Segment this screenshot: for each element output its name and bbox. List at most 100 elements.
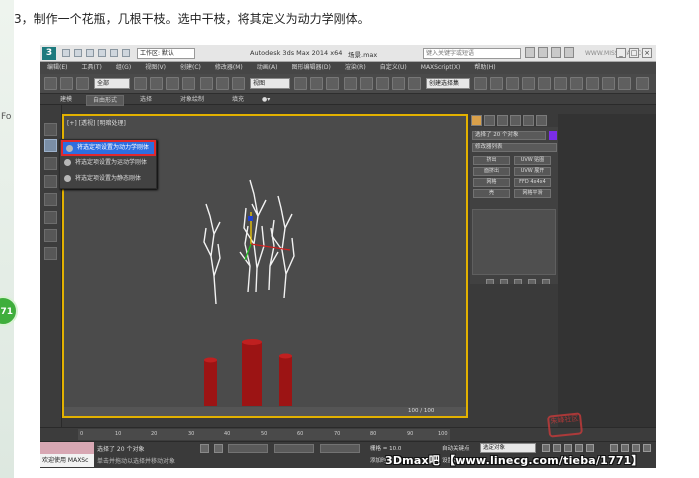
unlink-icon[interactable] — [60, 77, 73, 90]
menu-views[interactable]: 视图(V) — [138, 62, 173, 74]
utilities-tab-icon[interactable] — [536, 115, 547, 126]
maximize-button[interactable]: □ — [629, 48, 639, 58]
community-icon[interactable] — [551, 47, 561, 58]
workspace-select[interactable]: 工作区: 默认 — [137, 48, 195, 59]
display-tab-icon[interactable] — [523, 115, 534, 126]
render-frame-icon[interactable] — [602, 77, 615, 90]
menu-graph-editors[interactable]: 图形编辑器(D) — [285, 62, 338, 74]
modifier-stack[interactable] — [472, 209, 556, 275]
rotate-icon[interactable] — [216, 77, 229, 90]
tab-populate[interactable]: 填充 — [232, 95, 244, 104]
subscription-icon[interactable] — [538, 47, 548, 58]
percent-snap-icon[interactable] — [376, 77, 389, 90]
modify-tab-icon[interactable] — [484, 115, 495, 126]
render-setup-icon[interactable] — [586, 77, 599, 90]
zoom-icon[interactable] — [610, 444, 618, 452]
favorites-icon[interactable] — [564, 47, 574, 58]
tab-object-paint[interactable]: 对象绘制 — [180, 95, 204, 104]
menu-animation[interactable]: 动画(A) — [250, 62, 285, 74]
reference-coord-select[interactable]: 视图 — [250, 78, 290, 89]
maxscript-welcome[interactable]: 欢迎使用 MAXSc — [40, 454, 94, 467]
massfx-explorer-icon[interactable] — [44, 123, 57, 136]
unwrap-uvw-button[interactable]: UVW 展开 — [514, 167, 551, 176]
keyboard-shortcut-icon[interactable] — [326, 77, 339, 90]
menu-create[interactable]: 创建(C) — [173, 62, 208, 74]
app-logo-icon[interactable]: 3 — [42, 47, 56, 60]
rigid-body-icon[interactable] — [44, 139, 57, 152]
zoom-all-icon[interactable] — [621, 444, 629, 452]
track-bar[interactable]: 0 10 20 30 40 50 60 70 80 90 100 — [78, 429, 450, 440]
prev-frame-icon[interactable] — [553, 444, 561, 452]
ribbon-options-icon[interactable]: ●▾ — [262, 95, 270, 104]
shell-button[interactable]: 壳 — [473, 189, 510, 198]
step-simulation-icon[interactable] — [44, 247, 57, 260]
menu-group[interactable]: 组(G) — [109, 62, 138, 74]
open-file-icon[interactable] — [74, 49, 82, 57]
floating-badge[interactable]: 71 — [0, 296, 18, 326]
tab-modeling[interactable]: 建模 — [60, 95, 72, 104]
redo-icon[interactable] — [110, 49, 118, 57]
material-editor-icon[interactable] — [570, 77, 583, 90]
motion-tab-icon[interactable] — [510, 115, 521, 126]
object-color-swatch[interactable] — [549, 131, 557, 140]
new-file-icon[interactable] — [62, 49, 70, 57]
rect-selection-icon[interactable] — [166, 77, 179, 90]
tab-selection[interactable]: 选择 — [140, 95, 152, 104]
spinner-snap-icon[interactable] — [392, 77, 405, 90]
object-name-field[interactable]: 选择了 20 个对象 — [472, 131, 546, 140]
set-dynamic-rigid-body-item[interactable]: 将选定项设置为动力学刚体 — [61, 140, 156, 156]
render-teapot-icon[interactable] — [636, 77, 649, 90]
ffd-button[interactable]: FFD 4x4x4 — [514, 178, 551, 187]
go-to-start-icon[interactable] — [542, 444, 550, 452]
menu-customize[interactable]: 自定义(U) — [373, 62, 414, 74]
window-crossing-icon[interactable] — [182, 77, 195, 90]
save-file-icon[interactable] — [86, 49, 94, 57]
menu-help[interactable]: 帮助(H) — [467, 62, 502, 74]
tab-freeform[interactable]: 自由形式 — [86, 95, 125, 106]
z-coord-field[interactable] — [320, 444, 360, 453]
mesh-button[interactable]: 网格 — [473, 178, 510, 187]
set-static-rigid-body-item[interactable]: 将选定项设置为静态刚体 — [61, 172, 156, 186]
create-tab-icon[interactable] — [471, 115, 482, 126]
align-icon[interactable] — [490, 77, 503, 90]
face-extrude-button[interactable]: 面挤出 — [473, 167, 510, 176]
bind-spacewarp-icon[interactable] — [76, 77, 89, 90]
go-to-end-icon[interactable] — [586, 444, 594, 452]
named-selection-select[interactable]: 创建选择集 — [426, 78, 470, 89]
layer-manager-icon[interactable] — [506, 77, 519, 90]
menu-modifiers[interactable]: 修改器(M) — [208, 62, 250, 74]
render-production-icon[interactable] — [618, 77, 631, 90]
select-link-icon[interactable] — [44, 77, 57, 90]
pivot-center-icon[interactable] — [294, 77, 307, 90]
extrude-button[interactable]: 挤出 — [473, 156, 510, 165]
play-icon[interactable] — [564, 444, 572, 452]
search-input[interactable]: 键入关键字或短语 — [423, 48, 521, 59]
angle-snap-icon[interactable] — [360, 77, 373, 90]
menu-maxscript[interactable]: MAXScript(X) — [414, 62, 468, 74]
hierarchy-tab-icon[interactable] — [497, 115, 508, 126]
select-by-name-icon[interactable] — [150, 77, 163, 90]
selection-filter-select[interactable]: 全部 — [94, 78, 130, 89]
next-frame-icon[interactable] — [575, 444, 583, 452]
y-coord-field[interactable] — [274, 444, 314, 453]
reset-simulation-icon[interactable] — [44, 211, 57, 224]
edit-named-sel-icon[interactable] — [408, 77, 421, 90]
minimize-button[interactable]: _ — [616, 48, 626, 58]
x-coord-field[interactable] — [228, 444, 268, 453]
mirror-icon[interactable] — [474, 77, 487, 90]
meshsmooth-button[interactable]: 网格平滑 — [514, 189, 551, 198]
mcloth-icon[interactable] — [44, 157, 57, 170]
curve-editor-icon[interactable] — [538, 77, 551, 90]
lock-selection-icon[interactable] — [200, 444, 209, 453]
constraint-icon[interactable] — [44, 175, 57, 188]
absolute-mode-icon[interactable] — [214, 444, 223, 453]
set-kinematic-rigid-body-item[interactable]: 将选定项设置为运动学刚体 — [61, 156, 156, 170]
select-object-icon[interactable] — [134, 77, 147, 90]
uvw-map-button[interactable]: UVW 贴图 — [514, 156, 551, 165]
manipulate-icon[interactable] — [310, 77, 323, 90]
scale-icon[interactable] — [232, 77, 245, 90]
close-button[interactable]: × — [642, 48, 652, 58]
graphite-toggle-icon[interactable] — [522, 77, 535, 90]
menu-edit[interactable]: 编辑(E) — [40, 62, 74, 74]
modifier-list-select[interactable]: 修改器列表 — [472, 143, 557, 152]
